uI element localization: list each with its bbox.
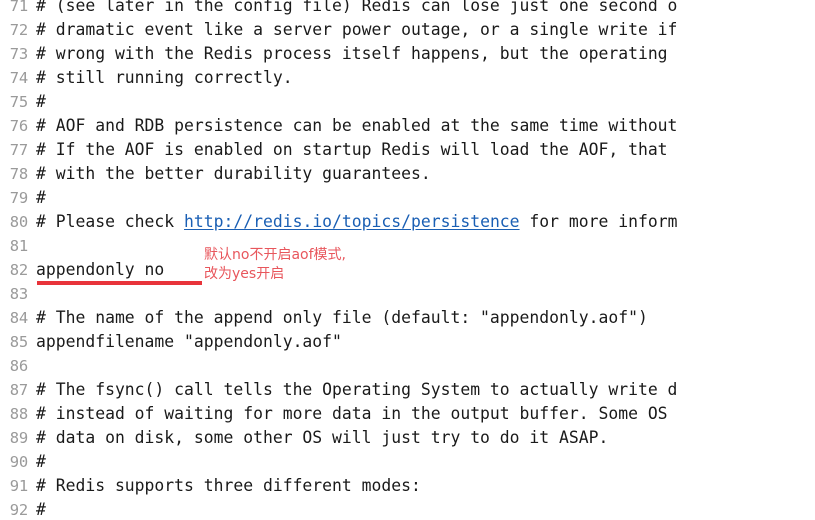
code-line[interactable]: #	[36, 498, 46, 520]
line-number: 75	[9, 93, 28, 111]
code-line[interactable]: # The name of the append only file (defa…	[36, 306, 648, 330]
code-line[interactable]: # AOF and RDB persistence can be enabled…	[36, 114, 677, 138]
code-line[interactable]: # (see later in the config file) Redis c…	[36, 0, 677, 18]
line-number: 78	[9, 165, 28, 183]
code-line[interactable]: appendfilename "appendonly.aof"	[36, 330, 342, 354]
code-line[interactable]: # wrong with the Redis process itself ha…	[36, 42, 677, 66]
line-number: 88	[9, 405, 28, 423]
persistence-doc-link[interactable]: http://redis.io/topics/persistence	[184, 212, 520, 231]
line-number: 77	[9, 141, 28, 159]
line-number: 76	[9, 117, 28, 135]
code-line[interactable]: # data on disk, some other OS will just …	[36, 426, 608, 450]
code-line[interactable]: # Redis supports three different modes:	[36, 474, 421, 498]
code-line[interactable]: # If the AOF is enabled on startup Redis…	[36, 138, 677, 162]
annotation-underline	[37, 281, 202, 285]
line-number: 74	[9, 69, 28, 87]
code-line[interactable]: appendonly no	[36, 258, 164, 282]
line-number: 90	[9, 453, 28, 471]
line-number: 86	[9, 357, 28, 375]
line-number: 85	[9, 333, 28, 351]
line-number: 89	[9, 429, 28, 447]
line-number: 72	[9, 21, 28, 39]
line-number: 83	[9, 285, 28, 303]
line-number-gutter: 71 72 73 74 75 76 77 78 79 80 81 82 83 84 85 86 87 88 89 90…	[0, 0, 33, 520]
code-editor[interactable]: 71 72 73 74 75 76 77 78 79 80 81 82 83 84 85 86 87 88 89 90…	[0, 0, 815, 520]
code-line[interactable]: # still running correctly.	[36, 66, 293, 90]
code-text: # Please check	[36, 212, 185, 231]
code-line[interactable]: # instead of waiting for more data in th…	[36, 402, 677, 426]
code-line[interactable]: # The fsync() call tells the Operating S…	[36, 378, 677, 402]
line-number: 91	[9, 477, 28, 495]
line-number: 81	[9, 237, 28, 255]
code-text: for more inform	[519, 212, 678, 231]
code-line[interactable]: #	[36, 186, 46, 210]
line-number: 79	[9, 189, 28, 207]
code-line[interactable]: #	[36, 90, 46, 114]
line-number: 80	[9, 213, 28, 231]
line-number: 82	[9, 261, 28, 279]
line-number: 71	[9, 0, 28, 15]
code-line[interactable]: # with the better durability guarantees.	[36, 162, 431, 186]
code-line[interactable]: #	[36, 450, 46, 474]
annotation-text-line-1: 默认no不开启aof模式,	[204, 247, 346, 263]
line-number: 73	[9, 45, 28, 63]
code-line[interactable]: # dramatic event like a server power out…	[36, 18, 677, 42]
code-content-area[interactable]: # (see later in the config file) Redis c…	[33, 0, 815, 520]
line-number: 92	[9, 501, 28, 519]
annotation-text-line-2: 改为yes开启	[204, 266, 285, 282]
line-number: 87	[9, 381, 28, 399]
line-number: 84	[9, 309, 28, 327]
code-line[interactable]: # Please check http://redis.io/topics/pe…	[36, 210, 677, 234]
